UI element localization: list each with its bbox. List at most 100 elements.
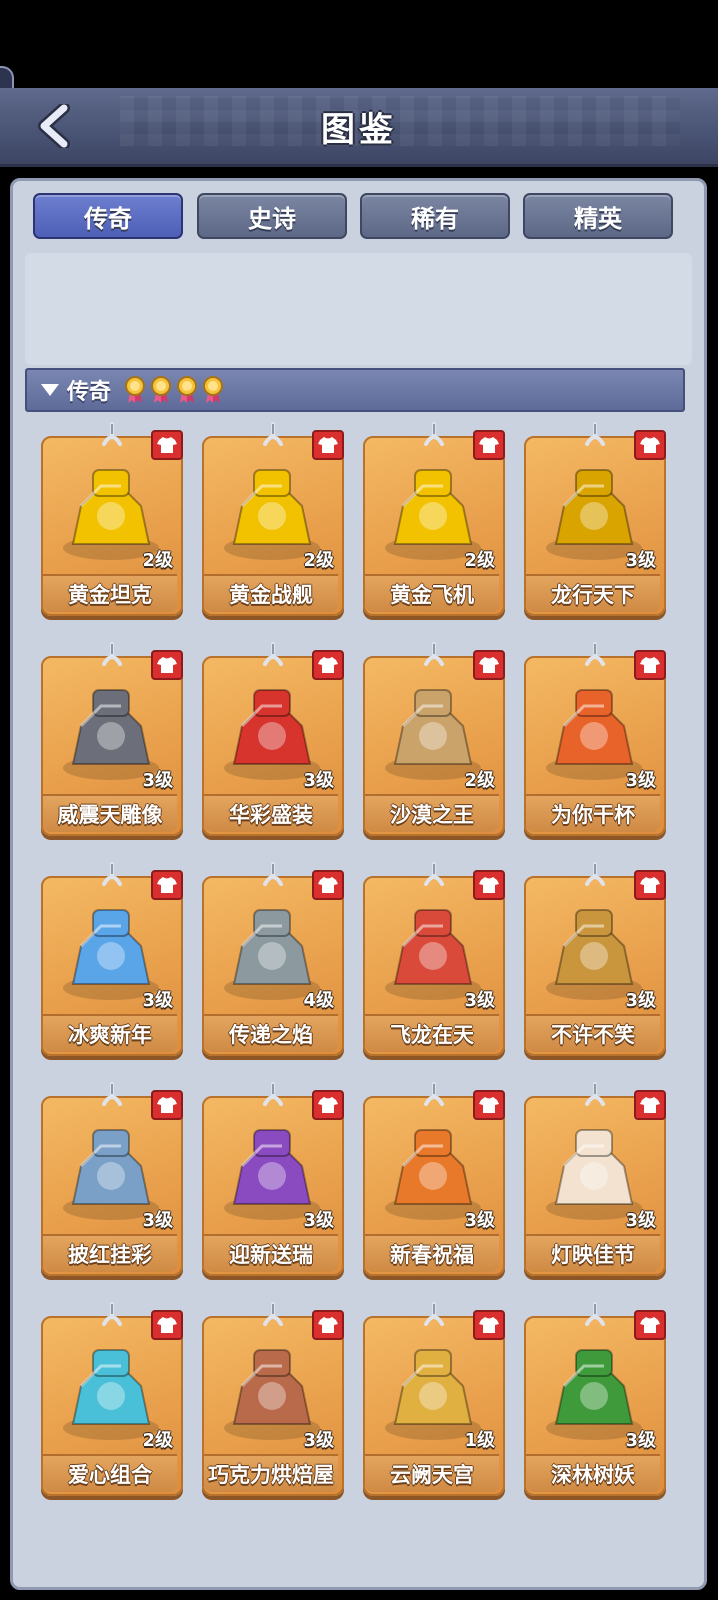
hanger-hook-icon	[263, 642, 283, 666]
collection-card[interactable]: 3级威震天雕像	[41, 642, 183, 838]
collection-panel: 传奇 史诗 稀有 精英 传奇 2级 黄金坦克 2级 黄金战舰 2级 黄金飞机 3级 龙行天下 3…	[10, 178, 707, 1590]
collection-card[interactable]: 3级灯映佳节	[524, 1082, 666, 1278]
card-name: 飞龙在天	[365, 1014, 499, 1052]
shirt-icon	[479, 1317, 499, 1333]
hanger-hook-icon	[102, 642, 122, 666]
hanger-hook-icon	[102, 422, 122, 446]
card-level: 2级	[464, 550, 495, 571]
collection-card[interactable]: 3级 深林树妖	[524, 1302, 666, 1498]
shirt-icon	[318, 657, 338, 673]
shirt-icon	[640, 1097, 660, 1113]
card-name: 不许不笑	[526, 1014, 660, 1052]
collection-card[interactable]: 3级冰爽新年	[41, 862, 183, 1058]
card-level: 3级	[303, 1430, 334, 1451]
card-level: 3级	[625, 990, 656, 1011]
collection-card[interactable]: 3级不许不笑	[524, 862, 666, 1058]
hanger-hook-icon	[263, 1082, 283, 1106]
card-name: 沙漠之王	[365, 794, 499, 832]
card-level: 3级	[142, 990, 173, 1011]
tab-elite[interactable]: 精英	[523, 193, 673, 239]
card-name: 传递之焰	[204, 1014, 338, 1052]
hanger-hook-icon	[263, 422, 283, 446]
card-level: 2级	[142, 550, 173, 571]
collection-card[interactable]: 3级为你干杯	[524, 642, 666, 838]
hanger-hook-icon	[585, 1302, 605, 1326]
collection-card[interactable]: 3级新春祝福	[363, 1082, 505, 1278]
shirt-icon	[640, 657, 660, 673]
card-level: 1级	[464, 1430, 495, 1451]
card-level: 3级	[303, 1210, 334, 1231]
section-header[interactable]: 传奇	[25, 368, 685, 412]
hanger-hook-icon	[424, 862, 444, 886]
card-level: 3级	[464, 1210, 495, 1231]
shirt-icon	[318, 437, 338, 453]
hanger-hook-icon	[102, 1302, 122, 1326]
collection-card[interactable]: 2级 沙漠之王	[363, 642, 505, 838]
card-name: 华彩盛装	[204, 794, 338, 832]
hanger-hook-icon	[263, 862, 283, 886]
hanger-hook-icon	[102, 862, 122, 886]
card-name: 黄金飞机	[365, 574, 499, 612]
medal-icon	[151, 376, 172, 403]
top-bar: 图鉴	[0, 88, 718, 167]
shirt-icon	[640, 437, 660, 453]
shirt-icon	[640, 1317, 660, 1333]
hanger-hook-icon	[585, 422, 605, 446]
collection-card[interactable]: 3级巧克力烘焙屋	[202, 1302, 344, 1498]
card-level: 3级	[625, 1430, 656, 1451]
tab-rare[interactable]: 稀有	[360, 193, 510, 239]
hanger-hook-icon	[424, 1082, 444, 1106]
hanger-hook-icon	[585, 862, 605, 886]
shirt-icon	[157, 1317, 177, 1333]
card-name: 龙行天下	[526, 574, 660, 612]
card-level: 3级	[303, 770, 334, 791]
card-level: 3级	[142, 1210, 173, 1231]
tab-legendary[interactable]: 传奇	[33, 193, 183, 239]
card-name: 黄金战舰	[204, 574, 338, 612]
collection-card[interactable]: 2级黄金坦克	[41, 422, 183, 618]
section-title: 传奇	[67, 380, 112, 405]
card-level: 3级	[625, 770, 656, 791]
card-name: 新春祝福	[365, 1234, 499, 1272]
card-level: 2级	[142, 1430, 173, 1451]
collection-card[interactable]: 3级华彩盛装	[202, 642, 344, 838]
collection-card[interactable]: 3级 披红挂彩	[41, 1082, 183, 1278]
collection-card[interactable]: 4级传递之焰	[202, 862, 344, 1058]
shirt-icon	[318, 1317, 338, 1333]
card-level: 3级	[464, 990, 495, 1011]
card-name: 云阙天宫	[365, 1454, 499, 1492]
card-level: 3级	[625, 1210, 656, 1231]
medal-icon	[203, 376, 224, 403]
rarity-tabs: 传奇 史诗 稀有 精英	[33, 193, 693, 241]
collection-card[interactable]: 2级黄金飞机	[363, 422, 505, 618]
card-name: 巧克力烘焙屋	[204, 1454, 338, 1492]
shirt-icon	[157, 877, 177, 893]
card-level: 3级	[142, 770, 173, 791]
collection-card[interactable]: 3级 迎新送瑞	[202, 1082, 344, 1278]
shirt-icon	[318, 1097, 338, 1113]
hanger-hook-icon	[424, 1302, 444, 1326]
card-name: 爱心组合	[43, 1454, 177, 1492]
hanger-hook-icon	[102, 1082, 122, 1106]
card-level: 3级	[625, 550, 656, 571]
card-name: 黄金坦克	[43, 574, 177, 612]
shirt-icon	[640, 877, 660, 893]
shirt-icon	[479, 877, 499, 893]
shirt-icon	[157, 437, 177, 453]
hanger-hook-icon	[424, 642, 444, 666]
tab-epic[interactable]: 史诗	[197, 193, 347, 239]
collection-card[interactable]: 1级云阙天宫	[363, 1302, 505, 1498]
page-title: 图鉴	[321, 110, 397, 150]
card-name: 为你干杯	[526, 794, 660, 832]
collection-card[interactable]: 2级 黄金战舰	[202, 422, 344, 618]
hanger-hook-icon	[585, 642, 605, 666]
collection-card[interactable]: 2级爱心组合	[41, 1302, 183, 1498]
collapse-triangle-icon	[41, 384, 59, 396]
card-level: 4级	[303, 990, 334, 1011]
card-name: 灯映佳节	[526, 1234, 660, 1272]
card-name: 威震天雕像	[43, 794, 177, 832]
collection-card[interactable]: 3级飞龙在天	[363, 862, 505, 1058]
medal-icon	[125, 376, 146, 403]
card-name: 冰爽新年	[43, 1014, 177, 1052]
collection-card[interactable]: 3级龙行天下	[524, 422, 666, 618]
